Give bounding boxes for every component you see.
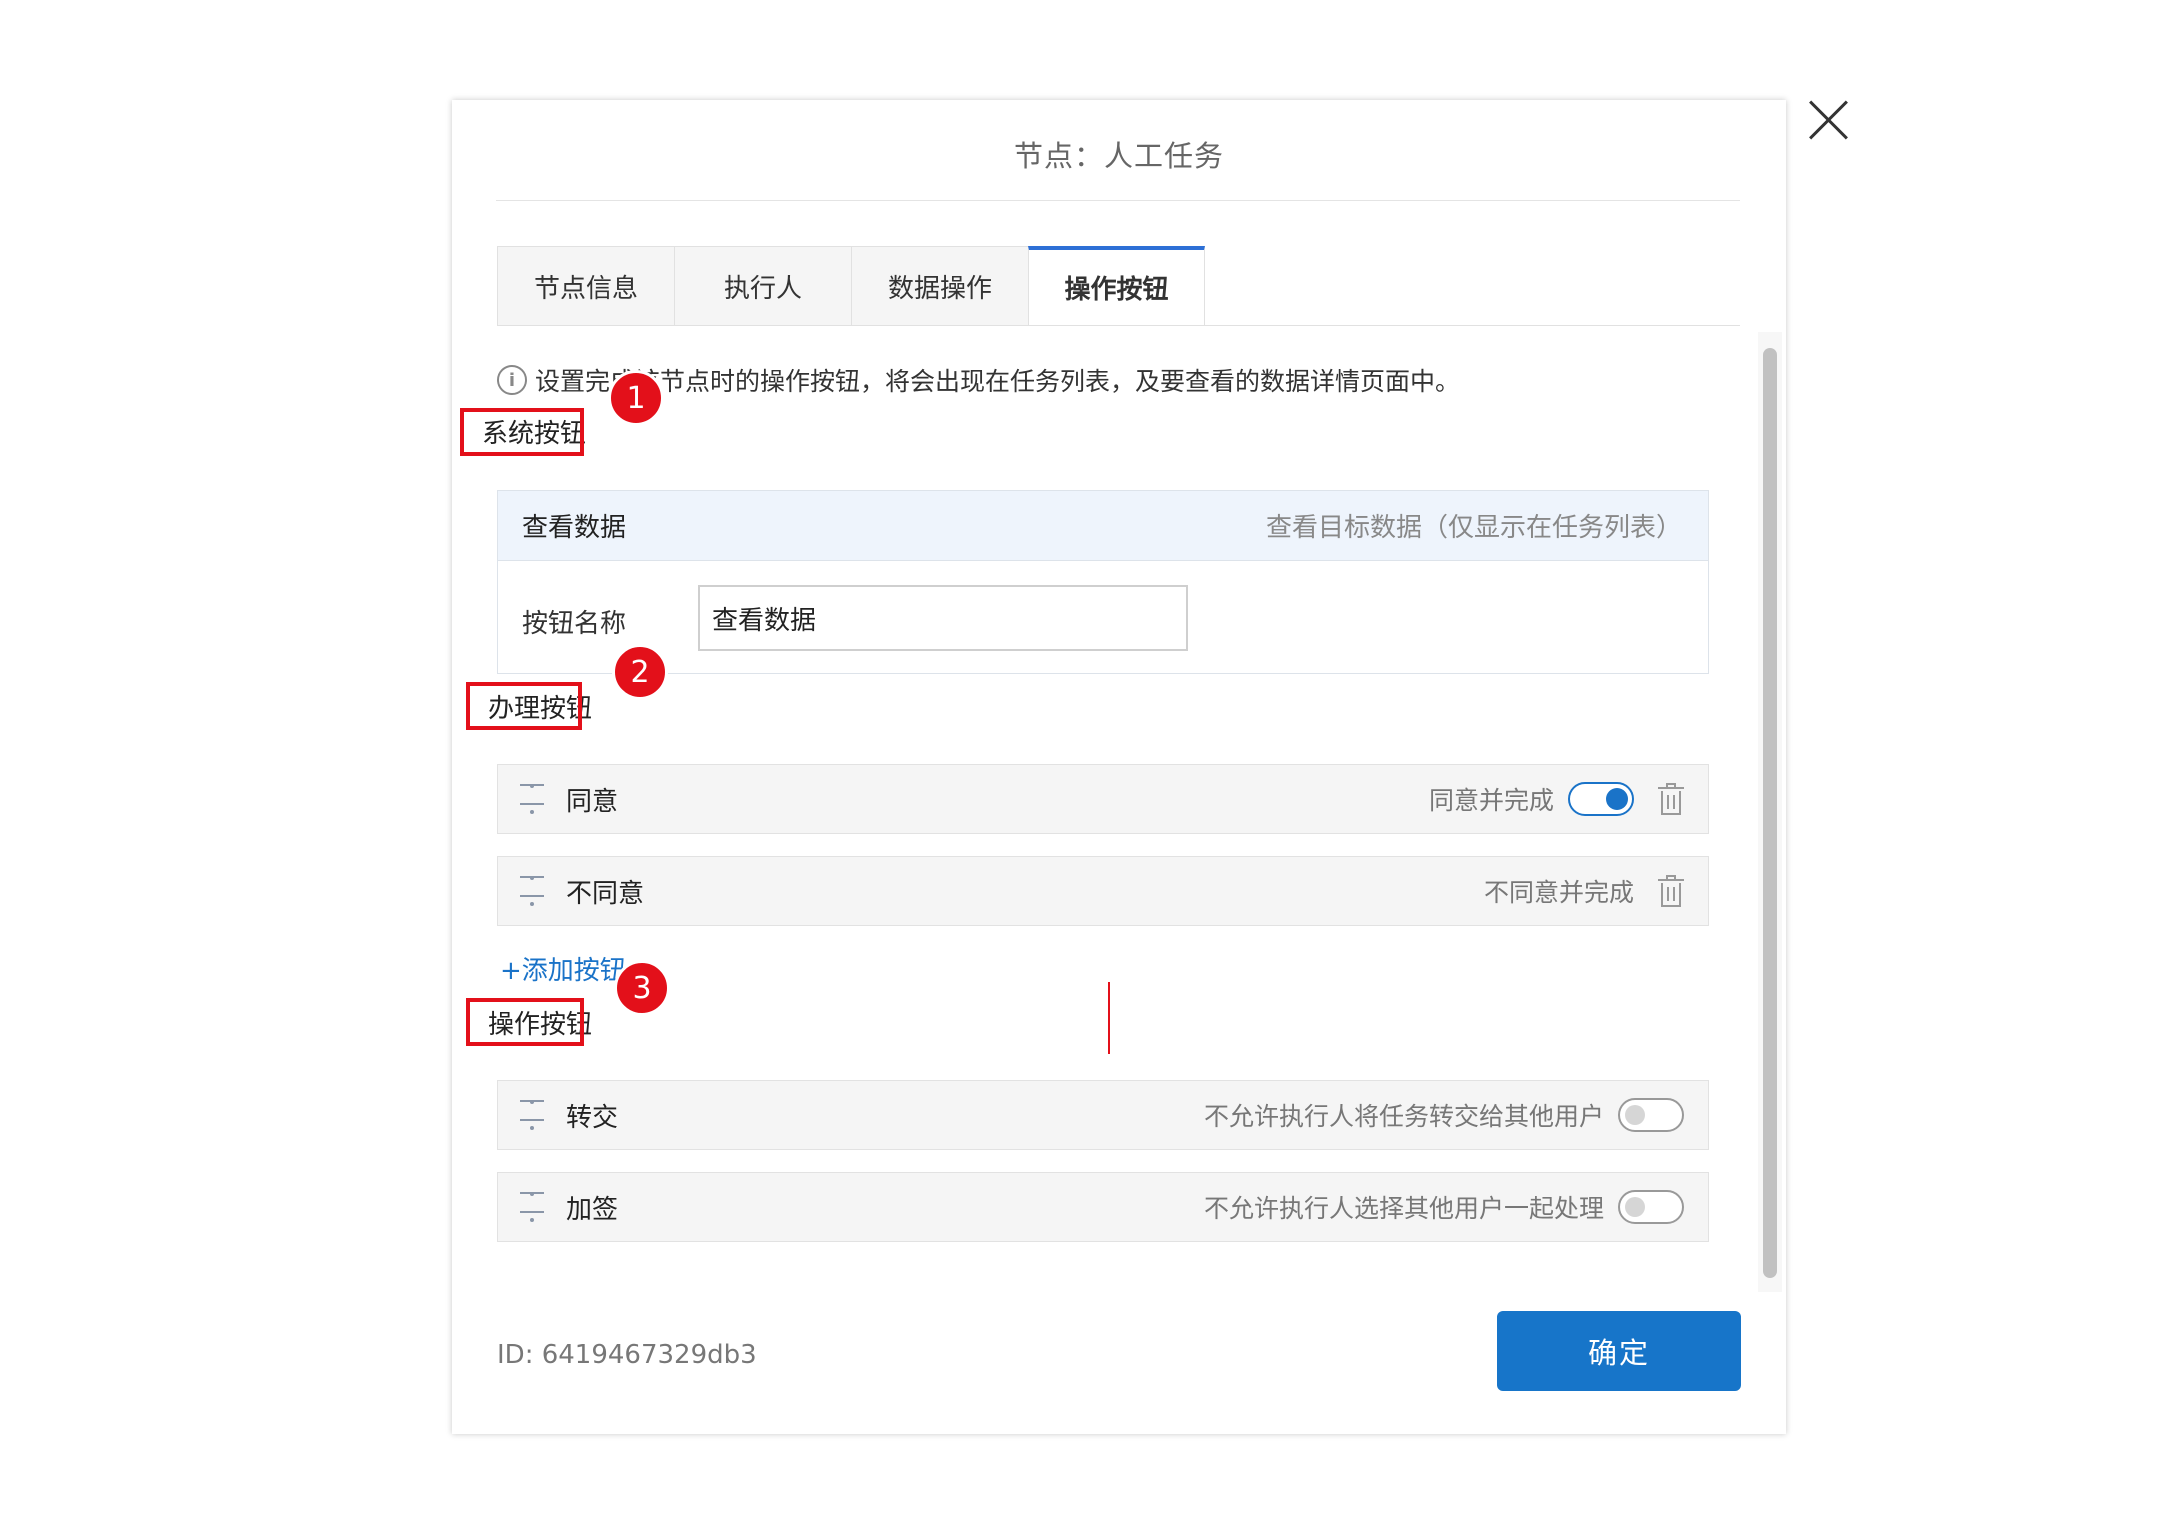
- confirm-button[interactable]: 确定: [1497, 1311, 1741, 1391]
- tab-executor[interactable]: 执行人: [674, 246, 851, 326]
- annotation-badge-3: 3: [614, 960, 670, 1016]
- handle-button-row-disagree: 不同意 不同意并完成: [497, 856, 1709, 926]
- drag-handle-icon[interactable]: [518, 876, 546, 906]
- button-name: 同意: [566, 786, 619, 817]
- button-description: 不允许执行人将任务转交给其他用户: [1203, 1102, 1604, 1131]
- node-config-modal: 节点：人工任务 节点信息 执行人 数据操作 操作按钮 i 设置完成该节点时的操作…: [452, 100, 1786, 1434]
- tab-action-buttons[interactable]: 操作按钮: [1028, 246, 1205, 326]
- tab-bar: 节点信息 执行人 数据操作 操作按钮: [497, 246, 1205, 326]
- button-name-input[interactable]: [698, 585, 1188, 651]
- tabs-divider: [497, 325, 1740, 326]
- system-button-description: 查看目标数据（仅显示在任务列表）: [1265, 513, 1682, 543]
- drag-handle-icon[interactable]: [518, 1100, 546, 1130]
- button-name: 不同意: [566, 878, 645, 909]
- system-button-name: 查看数据: [522, 513, 627, 543]
- system-button-header: 查看数据 查看目标数据（仅显示在任务列表）: [498, 491, 1708, 561]
- system-button-card: 查看数据 查看目标数据（仅显示在任务列表） 按钮名称: [497, 490, 1709, 674]
- button-name-label: 按钮名称: [522, 609, 627, 639]
- annotation-box-3: [466, 998, 584, 1046]
- annotation-box-1: [460, 408, 584, 456]
- annotation-badge-1: 1: [608, 370, 664, 426]
- button-name: 转交: [566, 1102, 619, 1133]
- tab-node-info[interactable]: 节点信息: [497, 246, 674, 326]
- trash-icon[interactable]: [1658, 783, 1684, 815]
- button-description: 同意并完成: [1428, 786, 1554, 815]
- drag-handle-icon[interactable]: [518, 1192, 546, 1222]
- scrollbar-thumb[interactable]: [1763, 348, 1777, 1278]
- annotation-badge-2: 2: [612, 644, 668, 700]
- button-name: 加签: [566, 1194, 619, 1225]
- modal-title: 节点：人工任务: [1013, 139, 1224, 173]
- button-description: 不同意并完成: [1483, 878, 1634, 907]
- info-text: 设置完成该节点时的操作按钮，将会出现在任务列表，及要查看的数据详情页面中。: [535, 367, 1461, 396]
- tab-data-operation[interactable]: 数据操作: [851, 246, 1028, 326]
- stage: 节点：人工任务 节点信息 执行人 数据操作 操作按钮 i 设置完成该节点时的操作…: [0, 0, 2176, 1536]
- title-divider: [496, 200, 1740, 201]
- action-button-row-transfer: 转交 不允许执行人将任务转交给其他用户: [497, 1080, 1709, 1150]
- node-id-text: ID: 6419467329db3: [497, 1340, 757, 1370]
- info-circle-icon: i: [497, 365, 527, 395]
- transfer-toggle[interactable]: [1618, 1098, 1684, 1132]
- action-button-row-countersign: 加签 不允许执行人选择其他用户一起处理: [497, 1172, 1709, 1242]
- countersign-toggle[interactable]: [1618, 1190, 1684, 1224]
- close-icon[interactable]: [1808, 100, 1848, 140]
- add-button-link[interactable]: +添加按钮: [500, 950, 626, 987]
- annotation-box-2: [466, 682, 582, 730]
- button-description: 不允许执行人选择其他用户一起处理: [1203, 1194, 1604, 1223]
- drag-handle-icon[interactable]: [518, 784, 546, 814]
- annotation-pointer-line: [1108, 982, 1110, 1054]
- handle-button-row-agree: 同意 同意并完成: [497, 764, 1709, 834]
- agree-complete-toggle[interactable]: [1568, 782, 1634, 816]
- trash-icon[interactable]: [1658, 875, 1684, 907]
